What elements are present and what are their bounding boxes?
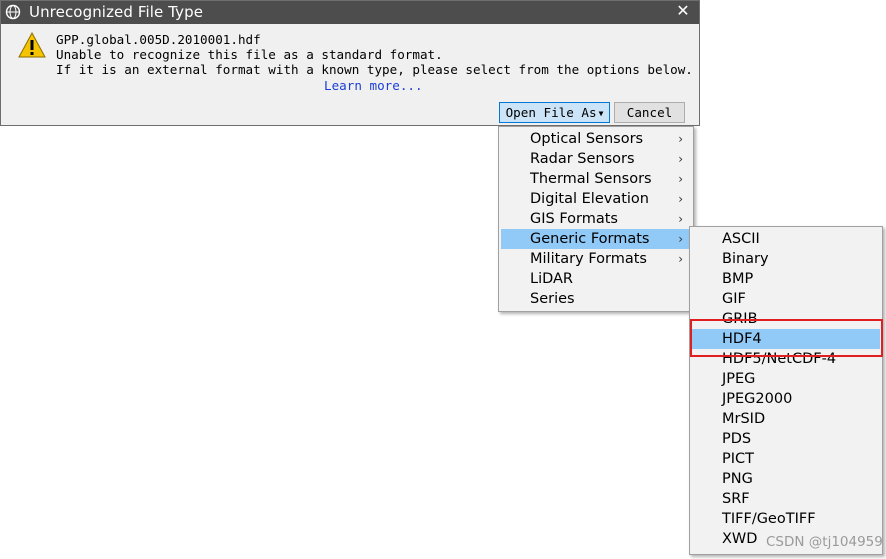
menu-item-thermal-sensors[interactable]: Thermal Sensors › [501,169,691,189]
submenu-arrow-icon: › [678,252,683,266]
file-name-text: GPP.global.005D.2010001.hdf [56,32,261,47]
menu-item-digital-elevation[interactable]: Digital Elevation › [501,189,691,209]
menu-item-lidar[interactable]: LiDAR [501,269,691,289]
envi-globe-icon [5,4,21,20]
submenu-item-bmp[interactable]: BMP [692,269,880,289]
submenu-arrow-icon: › [678,132,683,146]
menu-item-radar-sensors[interactable]: Radar Sensors › [501,149,691,169]
submenu-arrow-icon: › [678,232,683,246]
submenu-item-hdf4[interactable]: HDF4 [692,329,880,349]
menu-item-military-formats[interactable]: Military Formats › [501,249,691,269]
generic-formats-submenu: ASCII Binary BMP GIF GRIB HDF4 HDF5/NetC… [689,226,883,555]
submenu-item-mrsid[interactable]: MrSID [692,409,880,429]
menu-item-optical-sensors[interactable]: Optical Sensors › [501,129,691,149]
submenu-item-pds[interactable]: PDS [692,429,880,449]
submenu-item-jpeg[interactable]: JPEG [692,369,880,389]
submenu-item-grib[interactable]: GRIB [692,309,880,329]
warning-triangle-icon [18,32,46,58]
submenu-arrow-icon: › [678,152,683,166]
open-file-as-button[interactable]: Open File As ▼ [499,102,610,123]
title-bar[interactable]: Unrecognized File Type ✕ [1,1,699,24]
cancel-button[interactable]: Cancel [614,102,685,123]
menu-item-gis-formats[interactable]: GIS Formats › [501,209,691,229]
close-button[interactable]: ✕ [675,3,691,21]
submenu-item-png[interactable]: PNG [692,469,880,489]
submenu-item-binary[interactable]: Binary [692,249,880,269]
watermark-text: CSDN @tj104959 [766,534,883,550]
menu-item-generic-formats[interactable]: Generic Formats › [501,229,691,249]
unrecognized-file-dialog: Unrecognized File Type ✕ GPP.global.005D… [0,0,700,126]
submenu-item-jpeg2000[interactable]: JPEG2000 [692,389,880,409]
submenu-item-gif[interactable]: GIF [692,289,880,309]
submenu-arrow-icon: › [678,172,683,186]
message-line-1: Unable to recognize this file as a stand… [56,47,443,62]
submenu-item-srf[interactable]: SRF [692,489,880,509]
message-line-2: If it is an external format with a known… [56,62,693,77]
submenu-item-pict[interactable]: PICT [692,449,880,469]
submenu-arrow-icon: › [678,192,683,206]
open-as-menu: Optical Sensors › Radar Sensors › Thermal … [498,126,694,312]
submenu-item-ascii[interactable]: ASCII [692,229,880,249]
dialog-title: Unrecognized File Type [29,3,204,21]
submenu-item-tiff-geotiff[interactable]: TIFF/GeoTIFF [692,509,880,529]
menu-item-series[interactable]: Series [501,289,691,309]
submenu-arrow-icon: › [678,212,683,226]
submenu-item-hdf5-netcdf4[interactable]: HDF5/NetCDF-4 [692,349,880,369]
open-file-as-label: Open File As [505,105,597,120]
dropdown-caret-icon: ▼ [598,109,604,118]
learn-more-link[interactable]: Learn more... [324,78,423,93]
